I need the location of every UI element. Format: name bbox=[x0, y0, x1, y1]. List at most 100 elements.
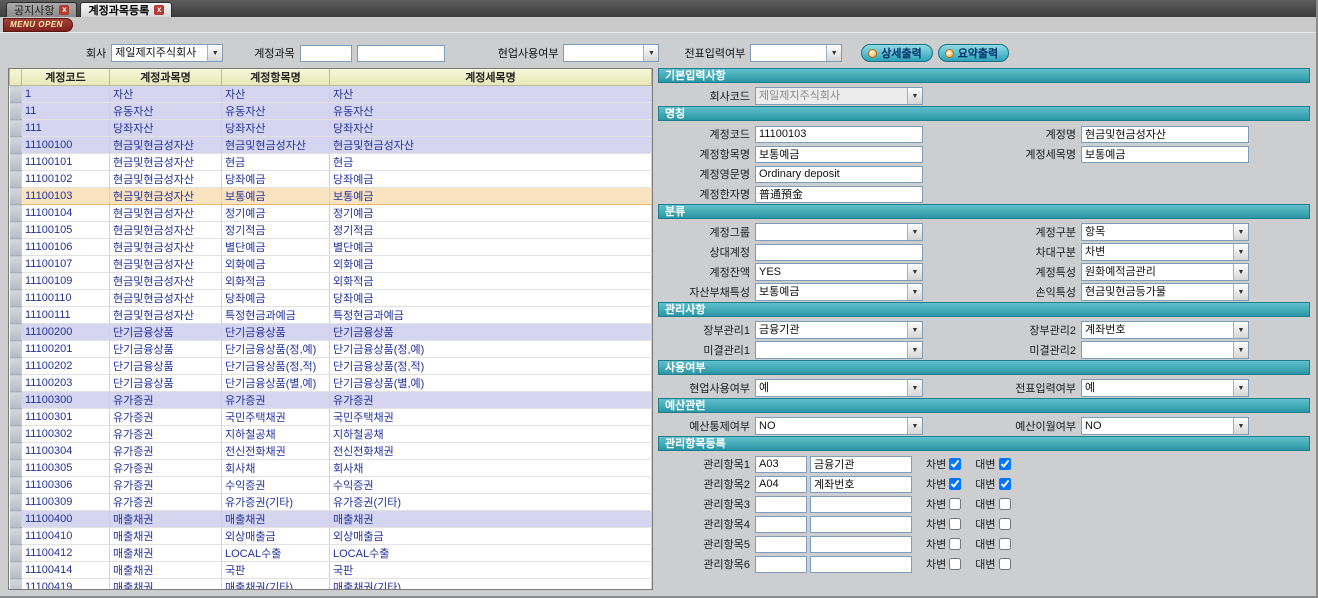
table-row[interactable]: 11100309유가증권유가증권(기타)유가증권(기타) bbox=[10, 494, 652, 511]
mgmt-item-2-code-input[interactable] bbox=[755, 476, 807, 493]
table-row[interactable]: 11100110현금및현금성자산당좌예금당좌예금 bbox=[10, 290, 652, 307]
account-hanja-name-input[interactable] bbox=[755, 186, 923, 203]
account-name-search-input[interactable] bbox=[357, 45, 445, 62]
table-row[interactable]: 11유동자산유동자산유동자산 bbox=[10, 103, 652, 120]
menu-open-button[interactable]: MENU OPEN bbox=[3, 18, 73, 32]
table-row[interactable]: 11100304유가증권전신전화채권전신전화채권 bbox=[10, 443, 652, 460]
mgmt-item-3-credit-checkbox[interactable] bbox=[999, 498, 1011, 510]
mgmt-item-5-name-input[interactable] bbox=[810, 536, 912, 553]
account-item-name-input[interactable] bbox=[755, 146, 923, 163]
chevron-down-icon: ▼ bbox=[1233, 284, 1248, 300]
table-row[interactable]: 11100300유가증권유가증권유가증권 bbox=[10, 392, 652, 409]
table-row[interactable]: 11100102현금및현금성자산당좌예금당좌예금 bbox=[10, 171, 652, 188]
mgmt-item-1-debit-checkbox[interactable] bbox=[949, 458, 961, 470]
account-detail-name-input[interactable] bbox=[1081, 146, 1249, 163]
table-row[interactable]: 11100109현금및현금성자산외화적금외화적금 bbox=[10, 273, 652, 290]
account-division-select[interactable]: 항목▼ bbox=[1081, 223, 1249, 241]
row-gutter bbox=[10, 256, 22, 273]
slip-entry-filter-select[interactable]: ▼ bbox=[750, 44, 842, 62]
account-character-select[interactable]: 원화예적금관리▼ bbox=[1081, 263, 1249, 281]
summary-print-button[interactable]: 요약출력 bbox=[938, 44, 1009, 62]
mgmt-item-4-credit-checkbox[interactable] bbox=[999, 518, 1011, 530]
ledger-mgmt1-select[interactable]: 금융기관▼ bbox=[755, 321, 923, 339]
mgmt-item-5-credit-checkbox[interactable] bbox=[999, 538, 1011, 550]
company-code-select[interactable]: 제일제지주식회사▼ bbox=[755, 87, 923, 105]
table-row[interactable]: 11100202단기금융상품단기금융상품(정,적)단기금융상품(정,적) bbox=[10, 358, 652, 375]
chevron-down-icon: ▼ bbox=[907, 264, 922, 280]
pending-mgmt2-select[interactable]: ▼ bbox=[1081, 341, 1249, 359]
mgmt-item-1-code-input[interactable] bbox=[755, 456, 807, 473]
tab-close-icon[interactable]: x bbox=[59, 5, 69, 15]
field-row: 자산부채특성보통예금▼손익특성현금및현금등가물▼ bbox=[658, 282, 1310, 302]
tab-close-icon[interactable]: x bbox=[154, 5, 164, 15]
mgmt-item-2-debit-checkbox[interactable] bbox=[949, 478, 961, 490]
mgmt-item-4-debit-checkbox[interactable] bbox=[949, 518, 961, 530]
field-use-filter-select[interactable]: ▼ bbox=[563, 44, 659, 62]
mgmt-item-5-code-input[interactable] bbox=[755, 536, 807, 553]
mgmt-item-2-credit-checkbox[interactable] bbox=[999, 478, 1011, 490]
ledger-mgmt2-select[interactable]: 계좌번호▼ bbox=[1081, 321, 1249, 339]
pending-mgmt1-select[interactable]: ▼ bbox=[755, 341, 923, 359]
mgmt-item-row: 관리항목6차변대변 bbox=[658, 554, 1310, 574]
table-row[interactable]: 1자산자산자산 bbox=[10, 86, 652, 103]
table-row[interactable]: 11100400매출채권매출채권매출채권 bbox=[10, 511, 652, 528]
table-row[interactable]: 11100302유가증권지하철공채지하철공채 bbox=[10, 426, 652, 443]
table-row[interactable]: 11100107현금및현금성자산외화예금외화예금 bbox=[10, 256, 652, 273]
table-row[interactable]: 11100414매출채권국판국판 bbox=[10, 562, 652, 579]
table-row[interactable]: 11100104현금및현금성자산정기예금정기예금 bbox=[10, 205, 652, 222]
slip-entry-select[interactable]: 예▼ bbox=[1081, 379, 1249, 397]
mgmt-item-6-code-input[interactable] bbox=[755, 556, 807, 573]
mgmt-item-6-debit-checkbox[interactable] bbox=[949, 558, 961, 570]
table-row[interactable]: 111당좌자산당좌자산당좌자산 bbox=[10, 120, 652, 137]
table-row[interactable]: 11100201단기금융상품단기금융상품(정,예)단기금융상품(정,예) bbox=[10, 341, 652, 358]
asset-liability-character-select[interactable]: 보통예금▼ bbox=[755, 283, 923, 301]
table-row[interactable]: 11100203단기금융상품단기금융상품(별,예)단기금융상품(별,예) bbox=[10, 375, 652, 392]
mgmt-item-4-name-input[interactable] bbox=[810, 516, 912, 533]
mgmt-item-5-debit-checkbox[interactable] bbox=[949, 538, 961, 550]
table-row[interactable]: 11100111현금및현금성자산특정현금과예금특정현금과예금 bbox=[10, 307, 652, 324]
field-use-select[interactable]: 예▼ bbox=[755, 379, 923, 397]
tab-notice[interactable]: 공지사항 x bbox=[6, 2, 77, 17]
mgmt-item-4-code-input[interactable] bbox=[755, 516, 807, 533]
mgmt-item-1-name-input[interactable] bbox=[810, 456, 912, 473]
account-english-name-input[interactable] bbox=[755, 166, 923, 183]
tab-account-register[interactable]: 계정과목등록 x bbox=[80, 2, 172, 17]
table-row[interactable]: 11100101현금및현금성자산현금현금 bbox=[10, 154, 652, 171]
table-row[interactable]: 11100100현금및현금성자산현금및현금성자산현금및현금성자산 bbox=[10, 137, 652, 154]
budget-carryover-select[interactable]: NO▼ bbox=[1081, 417, 1249, 435]
detail-print-button[interactable]: 상세출력 bbox=[861, 44, 932, 62]
account-name-input[interactable] bbox=[1081, 126, 1249, 143]
table-row[interactable]: 11100306유가증권수익증권수익증권 bbox=[10, 477, 652, 494]
company-select[interactable]: 제일제지주식회사 ▼ bbox=[111, 44, 223, 62]
budget-control-select[interactable]: NO▼ bbox=[755, 417, 923, 435]
cell-subject-name: 단기금융상품 bbox=[110, 375, 222, 392]
account-code-input[interactable] bbox=[755, 126, 923, 143]
mgmt-item-6-credit-checkbox[interactable] bbox=[999, 558, 1011, 570]
table-row[interactable]: 11100412매출채권LOCAL수출LOCAL수출 bbox=[10, 545, 652, 562]
table-row[interactable]: 11100105현금및현금성자산정기적금정기적금 bbox=[10, 222, 652, 239]
mgmt-item-2-name-input[interactable] bbox=[810, 476, 912, 493]
counter-account-input[interactable] bbox=[755, 244, 923, 261]
pending-mgmt1-select-label: 미결관리1 bbox=[658, 342, 750, 358]
table-row[interactable]: 11100301유가증권국민주택채권국민주택채권 bbox=[10, 409, 652, 426]
row-gutter bbox=[10, 494, 22, 511]
mgmt-item-3-name-input[interactable] bbox=[810, 496, 912, 513]
mgmt-item-3-debit-checkbox[interactable] bbox=[949, 498, 961, 510]
cell-code: 11100412 bbox=[22, 545, 110, 562]
table-row[interactable]: 11100410매출채권외상매출금외상매출금 bbox=[10, 528, 652, 545]
debit-credit-division-select[interactable]: 차변▼ bbox=[1081, 243, 1249, 261]
table-row[interactable]: 11100106현금및현금성자산별단예금별단예금 bbox=[10, 239, 652, 256]
account-group-select[interactable]: ▼ bbox=[755, 223, 923, 241]
row-gutter bbox=[10, 222, 22, 239]
mgmt-item-6-name-input[interactable] bbox=[810, 556, 912, 573]
table-row[interactable]: 11100103현금및현금성자산보통예금보통예금 bbox=[10, 188, 652, 205]
mgmt-item-1-credit-checkbox[interactable] bbox=[999, 458, 1011, 470]
profit-loss-character-select[interactable]: 현금및현금등가물▼ bbox=[1081, 283, 1249, 301]
table-row[interactable]: 11100419매출채권매출채권(기타)매출채권(기타) bbox=[10, 579, 652, 591]
account-balance-select[interactable]: YES▼ bbox=[755, 263, 923, 281]
account-code-search-input[interactable] bbox=[300, 45, 352, 62]
cell-subject-name: 유가증권 bbox=[110, 460, 222, 477]
table-row[interactable]: 11100200단기금융상품단기금융상품단기금융상품 bbox=[10, 324, 652, 341]
table-row[interactable]: 11100305유가증권회사채회사채 bbox=[10, 460, 652, 477]
mgmt-item-3-code-input[interactable] bbox=[755, 496, 807, 513]
